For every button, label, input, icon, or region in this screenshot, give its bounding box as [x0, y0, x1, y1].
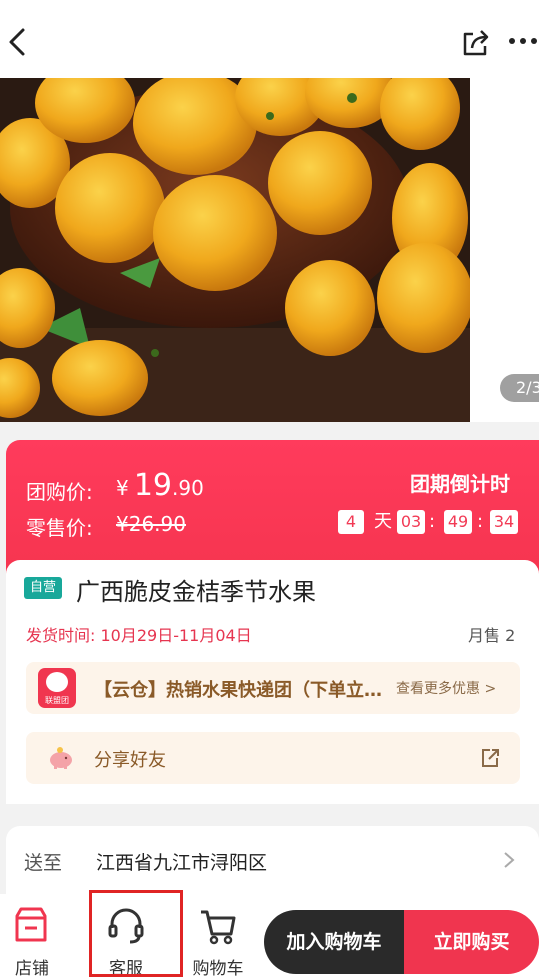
share-friends-row[interactable]: 分享好友 [26, 732, 520, 784]
shopping-cart-button[interactable]: 购物车 [178, 894, 258, 977]
store-label: 店铺 [15, 959, 49, 977]
countdown-separator: : [429, 511, 436, 532]
countdown-days: 4 [338, 510, 364, 534]
product-info-card: 自营 广西脆皮金桔季节水果 发货时间: 10月29日-11月04日 月售 2 联… [6, 560, 539, 804]
group-price-decimal: .90 [172, 476, 204, 500]
delivery-address: 江西省九江市浔阳区 [96, 852, 268, 874]
buy-now-button[interactable]: 立即购买 [404, 910, 539, 974]
product-title: 广西脆皮金桔季节水果 [76, 578, 316, 606]
share-link-icon[interactable] [478, 746, 502, 770]
customer-service-highlight [89, 890, 183, 977]
group-logo-label: 联盟团 [45, 696, 69, 705]
countdown-title: 团期倒计时 [410, 472, 510, 496]
product-image-gallery[interactable] [0, 78, 539, 422]
countdown-separator: : [477, 511, 484, 532]
more-options-icon[interactable] [508, 34, 539, 48]
group-price: ¥ 19.90 [116, 468, 204, 503]
image-page-counter: 2/3 [500, 374, 539, 402]
currency-symbol: ¥ [116, 476, 129, 500]
countdown-seconds: 34 [490, 510, 518, 534]
product-image [0, 78, 470, 422]
retail-price: ¥26.90 [116, 512, 186, 536]
group-price-integer: 19 [133, 468, 173, 503]
cart-icon [201, 910, 236, 945]
countdown-hours: 03 [397, 510, 425, 534]
back-arrow-icon[interactable] [4, 24, 30, 60]
countdown-day-unit: 天 [374, 511, 392, 532]
top-nav-bar [0, 0, 539, 78]
retail-price-label: 零售价: [26, 516, 93, 540]
group-banner[interactable]: 联盟团 【云仓】热销水果快递团（下单立发） 查看更多优惠 > [26, 662, 520, 714]
monthly-sales: 月售 2 [468, 626, 516, 645]
share-icon[interactable] [459, 26, 493, 60]
store-icon [15, 907, 47, 942]
group-price-label: 团购价: [26, 480, 93, 504]
self-operated-badge: 自营 [24, 577, 63, 599]
group-logo-icon: 联盟团 [38, 668, 76, 708]
group-name: 【云仓】热销水果快递团（下单立发） [94, 680, 384, 701]
add-to-cart-button[interactable]: 加入购物车 [264, 910, 404, 974]
shipping-time: 发货时间: 10月29日-11月04日 [26, 626, 252, 645]
store-button[interactable]: 店铺 [0, 894, 72, 977]
piggy-bank-icon [50, 747, 72, 769]
delivery-label: 送至 [24, 852, 63, 874]
chevron-right-icon [504, 852, 515, 868]
shopping-cart-label: 购物车 [192, 959, 244, 977]
share-friends-label: 分享好友 [94, 750, 166, 771]
countdown-minutes: 49 [444, 510, 472, 534]
view-more-offers-link[interactable]: 查看更多优惠 > [396, 678, 496, 698]
